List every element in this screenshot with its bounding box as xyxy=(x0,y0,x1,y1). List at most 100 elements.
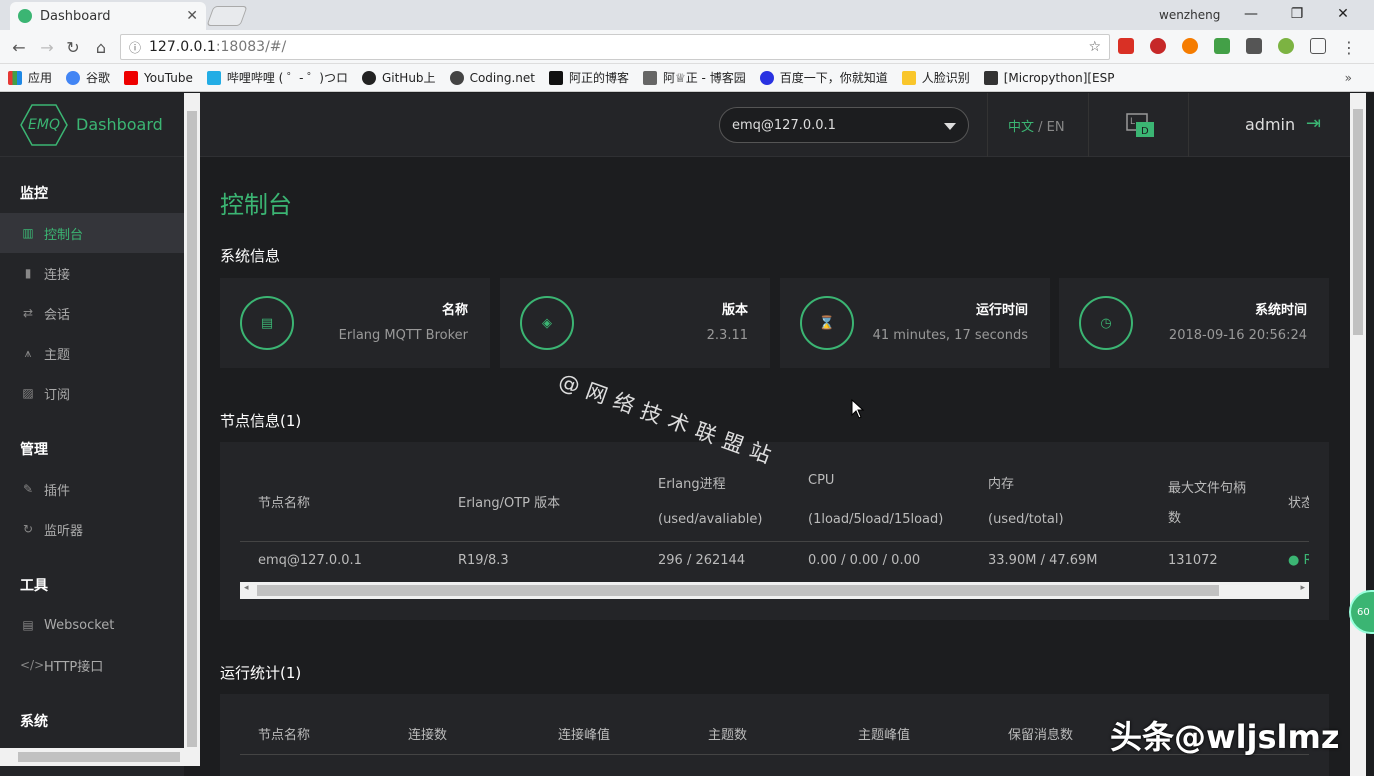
cnblogs-icon xyxy=(642,70,657,85)
divider xyxy=(1088,93,1089,157)
extension-icon[interactable] xyxy=(1214,38,1230,54)
connection-icon: ▮ xyxy=(24,266,32,280)
scrollbar-thumb[interactable] xyxy=(1353,109,1363,335)
theme-toggle-icon[interactable]: DL xyxy=(1126,113,1154,137)
topic-icon: ⩚ xyxy=(24,345,32,360)
table-header: 连接数 xyxy=(408,728,448,743)
card-label: 系统时间 xyxy=(1254,303,1307,318)
lang-en[interactable]: EN xyxy=(1047,120,1065,135)
coding-icon xyxy=(449,70,464,85)
gmail-extension-icon[interactable] xyxy=(1118,38,1134,54)
image-extension-icon[interactable] xyxy=(1246,38,1262,54)
language-switch[interactable]: 中文 / EN xyxy=(1008,116,1065,135)
scrollbar-thumb[interactable] xyxy=(18,752,180,762)
sidebar-horizontal-scrollbar[interactable] xyxy=(0,748,200,766)
table-cell: 296 / 262144 xyxy=(658,553,746,568)
sidebar-item-websocket[interactable]: ▤ Websocket xyxy=(0,605,184,645)
url-host: 127.0.0.1 xyxy=(149,39,216,55)
close-window-icon[interactable]: ✕ xyxy=(1320,0,1366,28)
card-label: 版本 xyxy=(721,303,748,318)
brand-watermark: 头条@wljslmz xyxy=(1110,718,1340,756)
table-cell: 33.90M / 47.69M xyxy=(988,553,1098,568)
bookmark-item[interactable]: 应用 xyxy=(8,69,52,86)
profile-name[interactable]: wenzheng xyxy=(1159,8,1220,22)
table-header: (used/avaliable) xyxy=(658,512,763,527)
node-select[interactable]: emq@127.0.0.1 xyxy=(719,107,969,143)
divider xyxy=(987,93,988,157)
minimize-icon[interactable]: — xyxy=(1228,0,1274,28)
bookmark-item[interactable]: 阿正的博客 xyxy=(548,69,629,86)
baidu-icon xyxy=(759,70,774,85)
lang-zh[interactable]: 中文 xyxy=(1008,120,1034,135)
extension-icon[interactable] xyxy=(1278,38,1294,54)
restore-icon[interactable]: ❐ xyxy=(1274,0,1320,28)
table-header: 节点名称 xyxy=(258,728,311,743)
sidebar-item-sessions[interactable]: ⇄ 会话 xyxy=(0,293,184,333)
sidebar-item-subscriptions[interactable]: ▨ 订阅 xyxy=(0,373,184,413)
bookmark-item[interactable]: 哔哩哔哩 ( ゜- ゜)つロ xyxy=(206,69,348,86)
sidebar-item-http-api[interactable]: </> HTTP接口 xyxy=(0,645,184,685)
sidebar-item-clients[interactable]: ▮ 连接 xyxy=(0,253,184,293)
scrollbar-thumb[interactable] xyxy=(257,585,1219,596)
extension-icon[interactable] xyxy=(1182,38,1198,54)
browser-toolbar: ← → ↻ ⌂ ⓘ 127.0.0.1:18083/#/ ☆ ⋮ xyxy=(0,30,1374,64)
table-header: 节点名称 xyxy=(258,496,311,511)
bookmark-item[interactable]: YouTube xyxy=(124,70,193,85)
sidebar-item-plugins[interactable]: ✎ 插件 xyxy=(0,469,184,509)
bookmark-item[interactable]: 百度一下，你就知道 xyxy=(759,69,888,86)
sidebar-logo[interactable]: EMQ Dashboard xyxy=(0,93,184,157)
table-header: CPU xyxy=(808,473,835,488)
bookmark-item[interactable]: Coding.net xyxy=(449,70,535,85)
forward-icon[interactable]: → xyxy=(36,36,58,58)
bar-chart-icon: ▥ xyxy=(22,226,34,240)
hourglass-icon: ⌛ xyxy=(800,296,854,350)
scroll-right-icon[interactable]: ▸ xyxy=(1300,583,1305,593)
lang-separator: / xyxy=(1034,120,1047,135)
tab-close-icon[interactable]: ✕ xyxy=(186,8,198,24)
sidebar-scrollbar[interactable] xyxy=(184,93,200,748)
more-bookmarks-icon[interactable]: » xyxy=(1345,71,1352,85)
micropython-icon xyxy=(983,70,998,85)
node-select-value: emq@127.0.0.1 xyxy=(732,117,836,133)
info-icon[interactable]: ⓘ xyxy=(129,39,141,56)
sidebar-group-manage: 管理 xyxy=(20,442,48,458)
bookmark-item[interactable]: 谷歌 xyxy=(66,69,110,86)
username: admin xyxy=(1245,115,1296,134)
back-icon[interactable]: ← xyxy=(8,36,30,58)
blog-icon xyxy=(548,70,563,85)
bookmark-item[interactable]: 阿♕正 - 博客园 xyxy=(642,69,746,86)
table-header: Erlang/OTP 版本 xyxy=(458,496,561,511)
plug-icon: ✎ xyxy=(22,482,34,496)
bookmark-manager-icon[interactable] xyxy=(1310,38,1326,54)
scroll-left-icon[interactable]: ◂ xyxy=(244,583,249,593)
emq-favicon-icon xyxy=(18,9,32,23)
sidebar-item-listeners[interactable]: ↻ 监听器 xyxy=(0,509,184,549)
table-header: 最大文件句柄 xyxy=(1168,481,1247,496)
bookmark-star-icon[interactable]: ☆ xyxy=(1088,39,1101,55)
bookmark-item[interactable]: GitHub上 xyxy=(361,69,436,86)
table-horizontal-scrollbar[interactable]: ◂ ▸ xyxy=(240,582,1309,599)
page-scrollbar[interactable] xyxy=(1350,93,1366,776)
bookmark-item[interactable]: [Micropython][ESP xyxy=(983,70,1115,85)
card-label: 运行时间 xyxy=(975,303,1028,318)
bookmark-label: 百度一下，你就知道 xyxy=(779,71,888,85)
svg-text:L: L xyxy=(1130,117,1135,127)
table-cell: 0.00 / 0.00 / 0.00 xyxy=(808,553,921,568)
logout-icon[interactable]: ⇥ xyxy=(1306,113,1321,134)
home-icon[interactable]: ⌂ xyxy=(90,36,112,58)
menu-dots-icon[interactable]: ⋮ xyxy=(1338,36,1360,58)
sidebar-item-label: 会话 xyxy=(44,307,71,323)
scrollbar-thumb[interactable] xyxy=(187,111,197,747)
bookmark-item[interactable]: 人脸识别 xyxy=(901,69,970,86)
new-tab-button[interactable] xyxy=(206,6,248,26)
bilibili-icon xyxy=(206,70,221,85)
reload-icon[interactable]: ↻ xyxy=(62,36,84,58)
sidebar-item-topics[interactable]: ⩚ 主题 xyxy=(0,333,184,373)
rss-icon: ▨ xyxy=(22,386,34,400)
address-bar[interactable]: ⓘ 127.0.0.1:18083/#/ ☆ xyxy=(120,34,1110,60)
bookmark-label: 应用 xyxy=(28,71,53,85)
table-cell: emq@127.0.0.1 xyxy=(258,553,362,568)
sidebar-item-overview[interactable]: ▥ 控制台 xyxy=(0,213,184,253)
adblock-extension-icon[interactable] xyxy=(1150,38,1166,54)
browser-tab[interactable]: Dashboard ✕ xyxy=(10,2,206,30)
